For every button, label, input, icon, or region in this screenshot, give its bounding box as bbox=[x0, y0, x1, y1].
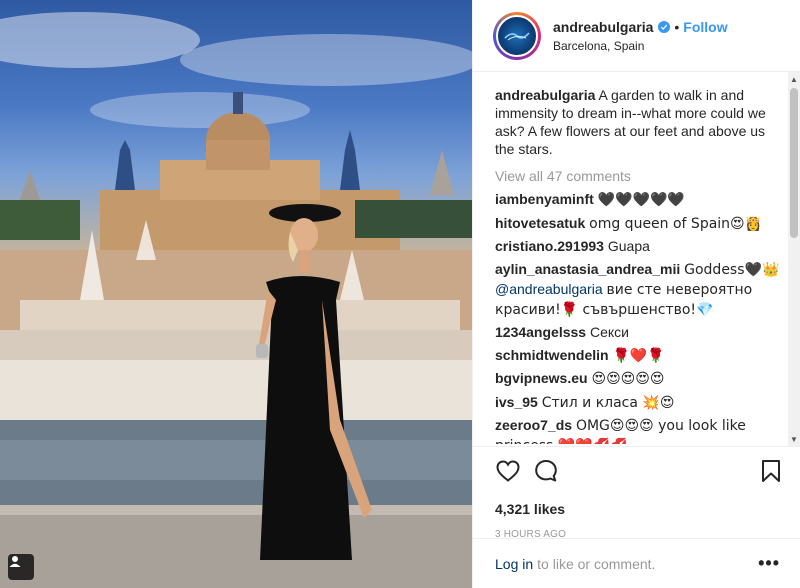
comment-item: ivs_95 Стил и класа 💥😍 bbox=[495, 393, 780, 413]
caption: andreabulgaria A garden to walk in and i… bbox=[495, 86, 780, 158]
separator-dot: • bbox=[674, 18, 680, 35]
comment-username[interactable]: ivs_95 bbox=[495, 394, 538, 410]
comment-icon[interactable] bbox=[533, 458, 559, 484]
likes-count[interactable]: 4,321 likes bbox=[495, 501, 784, 517]
post-panel: andreabulgaria • Follow Barcelona, Spain… bbox=[472, 0, 800, 588]
post-header: andreabulgaria • Follow Barcelona, Spain bbox=[473, 0, 800, 72]
avatar[interactable] bbox=[493, 11, 541, 60]
comment-item: zeeroo7_ds OMG😍😍😍 you look like princess… bbox=[495, 416, 780, 444]
comments-scrollbar[interactable]: ▲ ▼ bbox=[788, 72, 800, 446]
login-prompt-text: to like or comment. bbox=[537, 555, 656, 572]
scroll-up-arrow-icon[interactable]: ▲ bbox=[788, 72, 800, 86]
comment-item: iambenyaminft 🖤🖤🖤🖤🖤 bbox=[495, 190, 780, 210]
login-link[interactable]: Log in bbox=[495, 556, 533, 572]
comment-text: Guapa bbox=[607, 238, 650, 254]
comment-text: Стил и класа 💥😍 bbox=[541, 394, 675, 411]
more-icon[interactable]: ••• bbox=[758, 553, 780, 574]
comment-text: omg queen of Spain😍👸 bbox=[589, 215, 763, 232]
user-tag-icon[interactable] bbox=[8, 554, 34, 580]
comment-username[interactable]: 1234angelsss bbox=[495, 324, 586, 340]
mention-link[interactable]: @andreabulgaria bbox=[495, 281, 603, 297]
comment-item: cristiano.291993 Guapa bbox=[495, 237, 780, 256]
follow-button[interactable]: Follow bbox=[683, 19, 727, 35]
comment-item: hitovetesatuk omg queen of Spain😍👸 bbox=[495, 214, 780, 234]
comment-username[interactable]: iambenyaminft bbox=[495, 191, 594, 207]
comment-username[interactable]: schmidtwendelin bbox=[495, 347, 609, 363]
post-footer: Log in to like or comment. ••• bbox=[473, 538, 800, 588]
comment-username[interactable]: bgvipnews.eu bbox=[495, 370, 588, 386]
comment-item: schmidtwendelin 🌹❤️🌹 bbox=[495, 346, 780, 366]
location-link[interactable]: Barcelona, Spain bbox=[553, 39, 728, 53]
view-all-comments-link[interactable]: View all 47 comments bbox=[495, 168, 780, 184]
comment-username[interactable]: aylin_anastasia_andrea_mii bbox=[495, 261, 680, 277]
comment-text: 😍😍😍😍😍 bbox=[591, 371, 665, 387]
comment-username[interactable]: cristiano.291993 bbox=[495, 238, 604, 254]
post-actions: 4,321 likes 3 HOURS AGO bbox=[473, 446, 800, 540]
comment-text: 🌹❤️🌹 bbox=[612, 347, 665, 364]
caption-username[interactable]: andreabulgaria bbox=[495, 87, 595, 103]
scroll-thumb[interactable] bbox=[790, 88, 798, 238]
comments-list[interactable]: andreabulgaria A garden to walk in and i… bbox=[473, 86, 788, 444]
bookmark-icon[interactable] bbox=[758, 458, 784, 484]
comment-text: Goddess🖤👑 bbox=[684, 261, 780, 278]
comment-username[interactable]: zeeroo7_ds bbox=[495, 417, 572, 433]
verified-icon bbox=[658, 20, 671, 33]
username-link[interactable]: andreabulgaria bbox=[553, 19, 653, 35]
comment-username[interactable]: hitovetesatuk bbox=[495, 215, 585, 231]
comment-item: bgvipnews.eu 😍😍😍😍😍 bbox=[495, 369, 780, 389]
comment-item: aylin_anastasia_andrea_mii Goddess🖤👑 @an… bbox=[495, 260, 780, 320]
heart-icon[interactable] bbox=[495, 458, 521, 484]
comment-text: Секси bbox=[589, 324, 629, 340]
post-photo[interactable] bbox=[0, 0, 472, 588]
comment-item: 1234angelsss Секси bbox=[495, 323, 780, 342]
comment-text: 🖤🖤🖤🖤🖤 bbox=[597, 192, 685, 208]
scroll-down-arrow-icon[interactable]: ▼ bbox=[788, 432, 800, 446]
photo-illustration bbox=[0, 12, 472, 588]
